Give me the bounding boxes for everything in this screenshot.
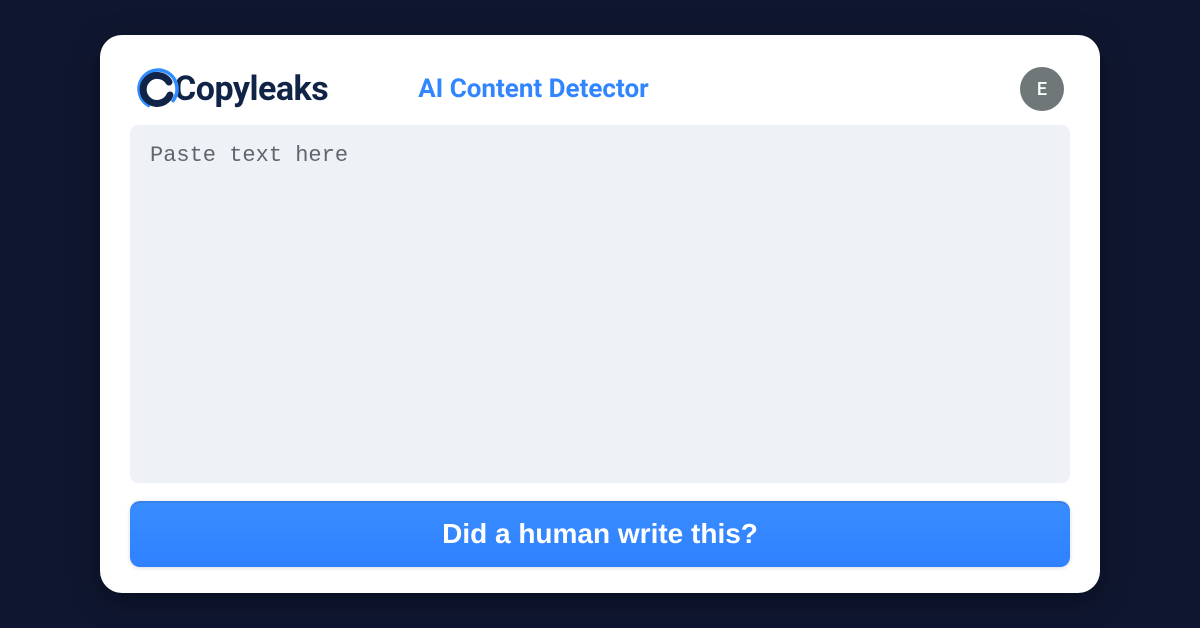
avatar[interactable]: E — [1020, 67, 1064, 111]
text-input[interactable] — [130, 125, 1070, 483]
copyleaks-mark-icon — [136, 67, 180, 111]
app-card: Copyleaks AI Content Detector E Did a hu… — [100, 35, 1100, 593]
avatar-initial: E — [1037, 79, 1047, 100]
brand-logo[interactable]: Copyleaks — [136, 67, 328, 111]
brand-name: Copyleaks — [174, 69, 328, 109]
app-title: AI Content Detector — [418, 74, 648, 104]
submit-button[interactable]: Did a human write this? — [130, 501, 1070, 567]
header: Copyleaks AI Content Detector E — [130, 67, 1070, 125]
